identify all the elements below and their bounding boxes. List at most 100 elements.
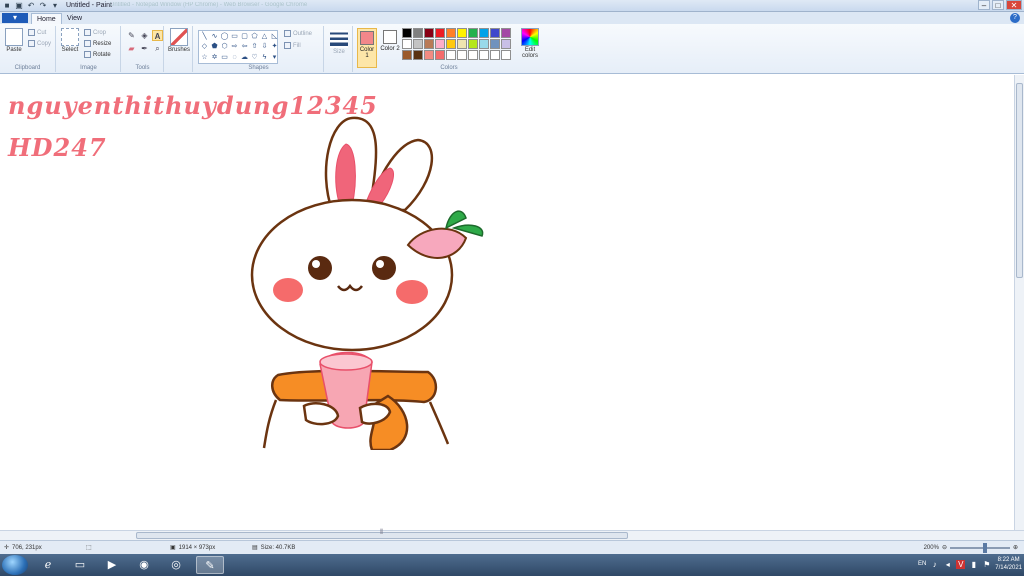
help-icon[interactable]: ? [1010, 13, 1020, 23]
network-icon[interactable]: ▮ [969, 560, 978, 569]
clock[interactable]: 8:22 AM 7/14/2021 [995, 556, 1022, 572]
left-arrow-shape-icon[interactable]: ⇦ [240, 42, 249, 51]
rectangle-shape-icon[interactable]: ▭ [230, 32, 239, 41]
palette-swatch[interactable] [468, 39, 478, 49]
down-arrow-shape-icon[interactable]: ⇩ [260, 42, 269, 51]
fill-bucket-icon[interactable]: ◈ [139, 30, 150, 41]
media-player-icon[interactable]: ▶ [98, 556, 126, 574]
outline-button[interactable]: Outline [284, 30, 312, 37]
palette-swatch[interactable] [490, 39, 500, 49]
palette-swatch[interactable] [468, 28, 478, 38]
file-explorer-icon[interactable]: ▭ [66, 556, 94, 574]
flag-icon[interactable]: ⚑ [982, 560, 991, 569]
palette-swatch[interactable] [402, 28, 412, 38]
maximize-button[interactable]: □ [992, 0, 1004, 10]
color1-selector[interactable]: Color 1 [357, 28, 377, 68]
eraser-icon[interactable]: ▰ [126, 43, 137, 54]
customize-qat-icon[interactable]: ▾ [50, 1, 60, 11]
right-arrow-shape-icon[interactable]: ⇨ [230, 42, 239, 51]
palette-swatch[interactable] [468, 50, 478, 60]
four-point-star-shape-icon[interactable]: ✦ [270, 42, 279, 51]
text-tool-icon[interactable]: A [152, 30, 163, 41]
palette-swatch[interactable] [446, 50, 456, 60]
palette-swatch[interactable] [402, 39, 412, 49]
select-button[interactable]: Select [60, 28, 80, 53]
drawing-canvas[interactable]: nguyenthithuydung12345 HD247 [0, 75, 1014, 530]
right-triangle-shape-icon[interactable]: ◺ [270, 32, 279, 41]
tab-home[interactable]: Home [31, 13, 62, 24]
palette-swatch[interactable] [435, 39, 445, 49]
zoom-slider-knob[interactable] [982, 542, 987, 553]
rounded-rectangle-shape-icon[interactable]: ▢ [240, 32, 249, 41]
rotate-button[interactable]: Rotate [84, 51, 111, 58]
vertical-scrollbar[interactable] [1014, 75, 1024, 530]
palette-swatch[interactable] [413, 28, 423, 38]
fill-button[interactable]: Fill [284, 42, 301, 49]
save-icon[interactable]: ▣ [14, 1, 24, 11]
palette-swatch[interactable] [479, 39, 489, 49]
palette-swatch[interactable] [413, 50, 423, 60]
zoom-out-button[interactable]: ⊖ [942, 544, 947, 551]
language-indicator[interactable]: EN [918, 561, 926, 567]
internet-explorer-icon[interactable]: ℯ [34, 556, 62, 574]
coccoc-browser-icon[interactable]: ◉ [130, 556, 158, 574]
palette-swatch[interactable] [424, 28, 434, 38]
palette-swatch[interactable] [490, 50, 500, 60]
start-button[interactable] [2, 555, 28, 575]
palette-swatch[interactable] [501, 50, 511, 60]
palette-swatch[interactable] [501, 28, 511, 38]
zoom-slider[interactable] [949, 542, 1010, 553]
redo-icon[interactable]: ↷ [38, 1, 48, 11]
paste-button[interactable]: Paste [4, 28, 24, 53]
shapes-more-icon[interactable]: ▾ [270, 53, 279, 62]
brushes-button[interactable]: Brushes [168, 28, 190, 53]
paint-taskbar-icon[interactable]: ✎ [196, 556, 224, 574]
horizontal-scrollbar[interactable]: ⦀ [0, 529, 1024, 540]
magnifier-icon[interactable]: ⌕ [152, 43, 163, 54]
palette-swatch[interactable] [402, 50, 412, 60]
paint-app-icon[interactable]: ■ [2, 1, 12, 11]
resize-button[interactable]: Resize [84, 40, 111, 47]
lightning-shape-icon[interactable]: ϟ [260, 53, 269, 62]
undo-icon[interactable]: ↶ [26, 1, 36, 11]
palette-swatch[interactable] [457, 50, 467, 60]
crop-button[interactable]: Crop [84, 29, 106, 36]
chrome-icon[interactable]: ◎ [162, 556, 190, 574]
palette-swatch[interactable] [446, 39, 456, 49]
palette-swatch[interactable] [457, 39, 467, 49]
polygon-shape-icon[interactable]: ⬠ [250, 32, 259, 41]
oval-shape-icon[interactable]: ◯ [220, 32, 229, 41]
line-shape-icon[interactable]: ╲ [200, 32, 209, 41]
palette-swatch[interactable] [413, 39, 423, 49]
six-point-star-shape-icon[interactable]: ✡ [210, 53, 219, 62]
volume-icon[interactable]: ♪ [930, 560, 939, 569]
speaker-icon[interactable]: ◂ [943, 560, 952, 569]
edit-colors-button[interactable]: Edit colors [518, 28, 542, 59]
tab-view[interactable]: View [62, 13, 87, 24]
palette-swatch[interactable] [457, 28, 467, 38]
close-button[interactable]: ✕ [1006, 0, 1022, 10]
palette-swatch[interactable] [501, 39, 511, 49]
five-point-star-shape-icon[interactable]: ☆ [200, 53, 209, 62]
heart-shape-icon[interactable]: ♡ [250, 53, 259, 62]
vertical-scroll-thumb[interactable] [1016, 83, 1023, 278]
palette-swatch[interactable] [479, 50, 489, 60]
palette-swatch[interactable] [446, 28, 456, 38]
palette-swatch[interactable] [479, 28, 489, 38]
minimize-button[interactable]: – [978, 0, 990, 10]
copy-button[interactable]: Copy [28, 40, 51, 47]
shapes-gallery[interactable]: ╲ ∿ ◯ ▭ ▢ ⬠ △ ◺ ◇ ⬟ ⬡ ⇨ ⇦ ⇧ ⇩ ✦ ☆ ✡ ▭ ◌ … [198, 30, 278, 64]
palette-swatch[interactable] [424, 50, 434, 60]
antivirus-icon[interactable]: V [956, 559, 966, 569]
palette-swatch[interactable] [435, 50, 445, 60]
diamond-shape-icon[interactable]: ◇ [200, 42, 209, 51]
pencil-icon[interactable]: ✎ [126, 30, 137, 41]
color-picker-icon[interactable]: ✒ [139, 43, 150, 54]
palette-swatch[interactable] [435, 28, 445, 38]
color2-selector[interactable]: Color 2 [380, 28, 400, 68]
pentagon-shape-icon[interactable]: ⬟ [210, 42, 219, 51]
callout-shape-icon[interactable]: ▭ [220, 53, 229, 62]
cloud-callout-shape-icon[interactable]: ☁ [240, 53, 249, 62]
palette-swatch[interactable] [490, 28, 500, 38]
paint-menu-button[interactable]: ▾ [2, 13, 28, 23]
